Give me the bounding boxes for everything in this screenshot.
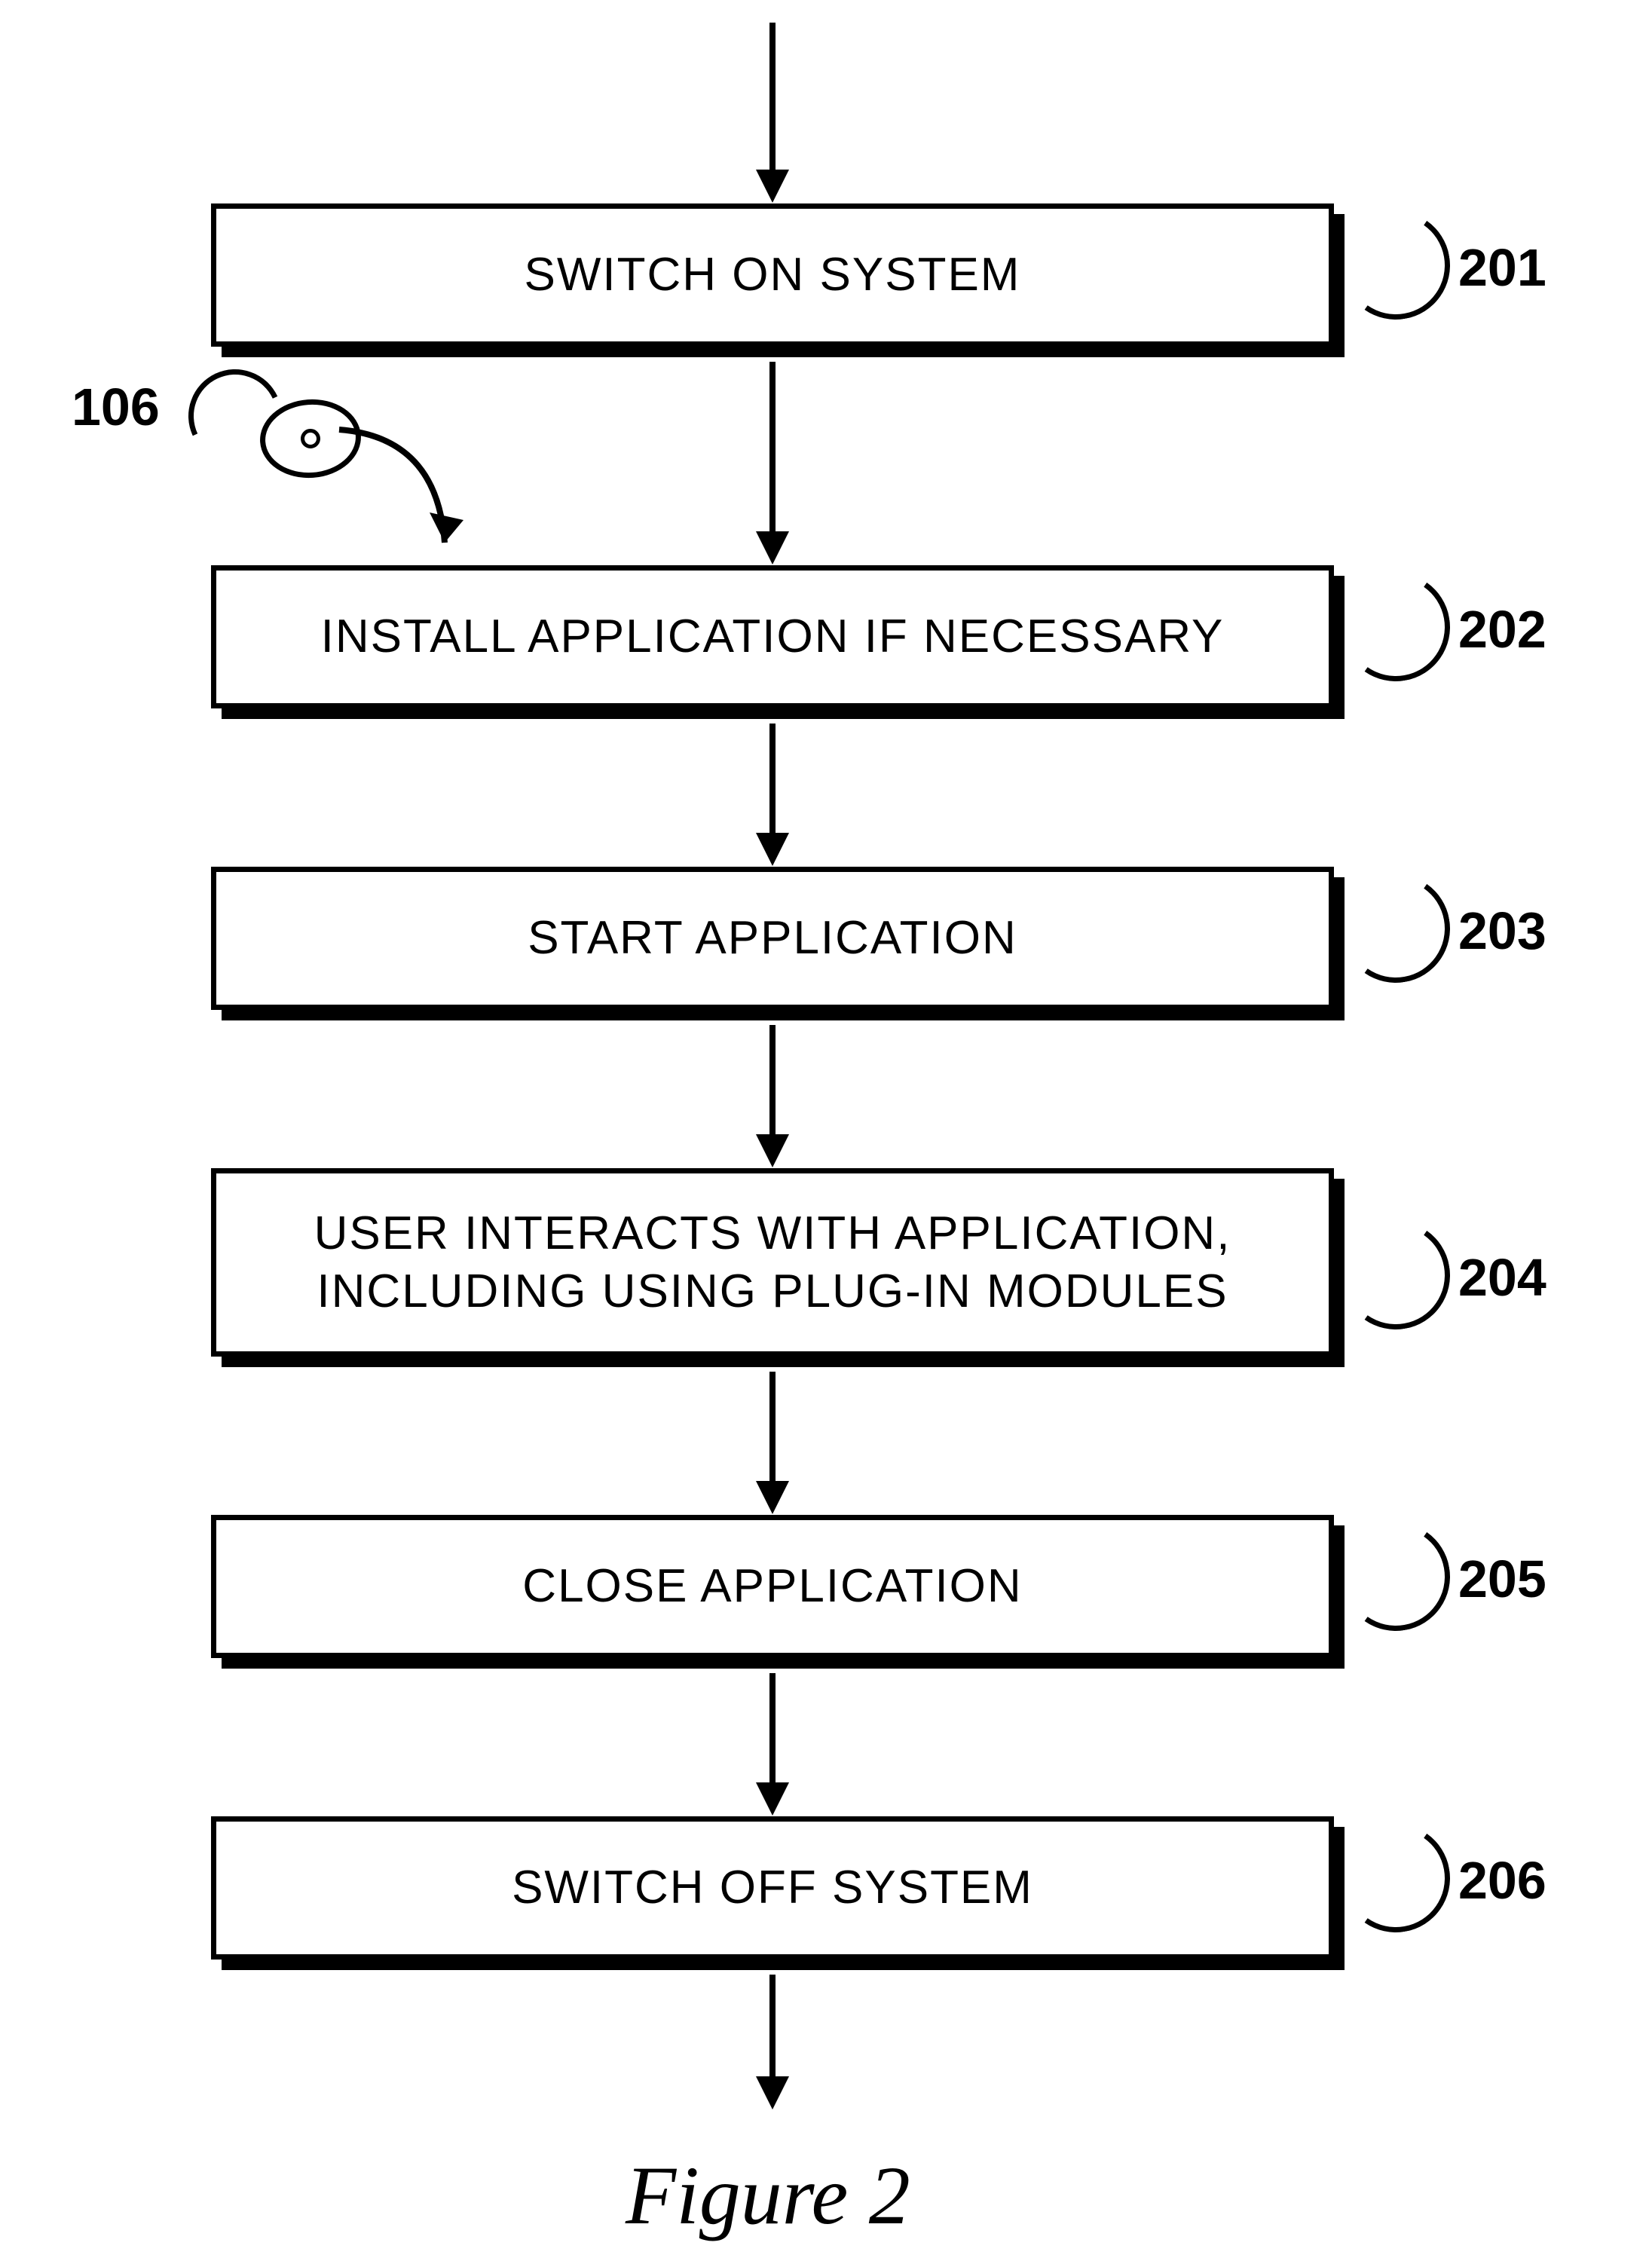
step-label: USER INTERACTS WITH APPLICATION, INCLUDI… (284, 1204, 1262, 1321)
step-box-205: CLOSE APPLICATION (211, 1515, 1334, 1658)
step-label: INSTALL APPLICATION IF NECESSARY (291, 607, 1255, 666)
arrow-head-down-icon (756, 1782, 789, 1816)
arrow-line (769, 1975, 776, 2080)
ref-label: 201 (1458, 237, 1546, 298)
figure-caption: Figure 2 (626, 2148, 910, 2244)
arrow-head-down-icon (756, 1134, 789, 1167)
arrow-head-down-icon (756, 531, 789, 564)
ref-curve (1333, 866, 1459, 992)
step-box-202: INSTALL APPLICATION IF NECESSARY (211, 565, 1334, 708)
step-box-203: START APPLICATION (211, 867, 1334, 1010)
arrow-head-down-icon (756, 833, 789, 866)
ref-label: 106 (72, 377, 160, 437)
ref-curve (1333, 564, 1459, 690)
disc-center-icon (300, 428, 321, 449)
step-label: START APPLICATION (497, 909, 1048, 968)
arrow-head-down-icon (756, 2076, 789, 2109)
flowchart-canvas: SWITCH ON SYSTEM 201 106 INSTALL APPLICA… (0, 0, 1652, 2264)
step-box-201: SWITCH ON SYSTEM (211, 203, 1334, 347)
step-label: SWITCH OFF SYSTEM (482, 1859, 1063, 1917)
arrow-head-down-icon (756, 1481, 789, 1514)
step-box-204: USER INTERACTS WITH APPLICATION, INCLUDI… (211, 1168, 1334, 1357)
ref-label: 204 (1458, 1247, 1546, 1308)
step-label: CLOSE APPLICATION (492, 1557, 1052, 1616)
arrow-line (769, 362, 776, 535)
arrow-line (769, 1673, 776, 1786)
arrow-line (769, 724, 776, 837)
ref-label: 203 (1458, 901, 1546, 961)
arrow-line (769, 1372, 776, 1485)
arrow-line (769, 1025, 776, 1138)
ref-curve (1333, 1514, 1459, 1640)
step-box-206: SWITCH OFF SYSTEM (211, 1816, 1334, 1960)
ref-label: 205 (1458, 1549, 1546, 1609)
arrow-head-down-icon (756, 170, 789, 203)
disc-arrow (324, 422, 520, 573)
arrow-line (769, 23, 776, 173)
ref-curve (1333, 203, 1459, 329)
ref-curve (1333, 1213, 1459, 1339)
ref-curve (1333, 1816, 1459, 1941)
step-label: SWITCH ON SYSTEM (494, 246, 1051, 304)
ref-label: 202 (1458, 599, 1546, 659)
ref-label: 206 (1458, 1850, 1546, 1911)
